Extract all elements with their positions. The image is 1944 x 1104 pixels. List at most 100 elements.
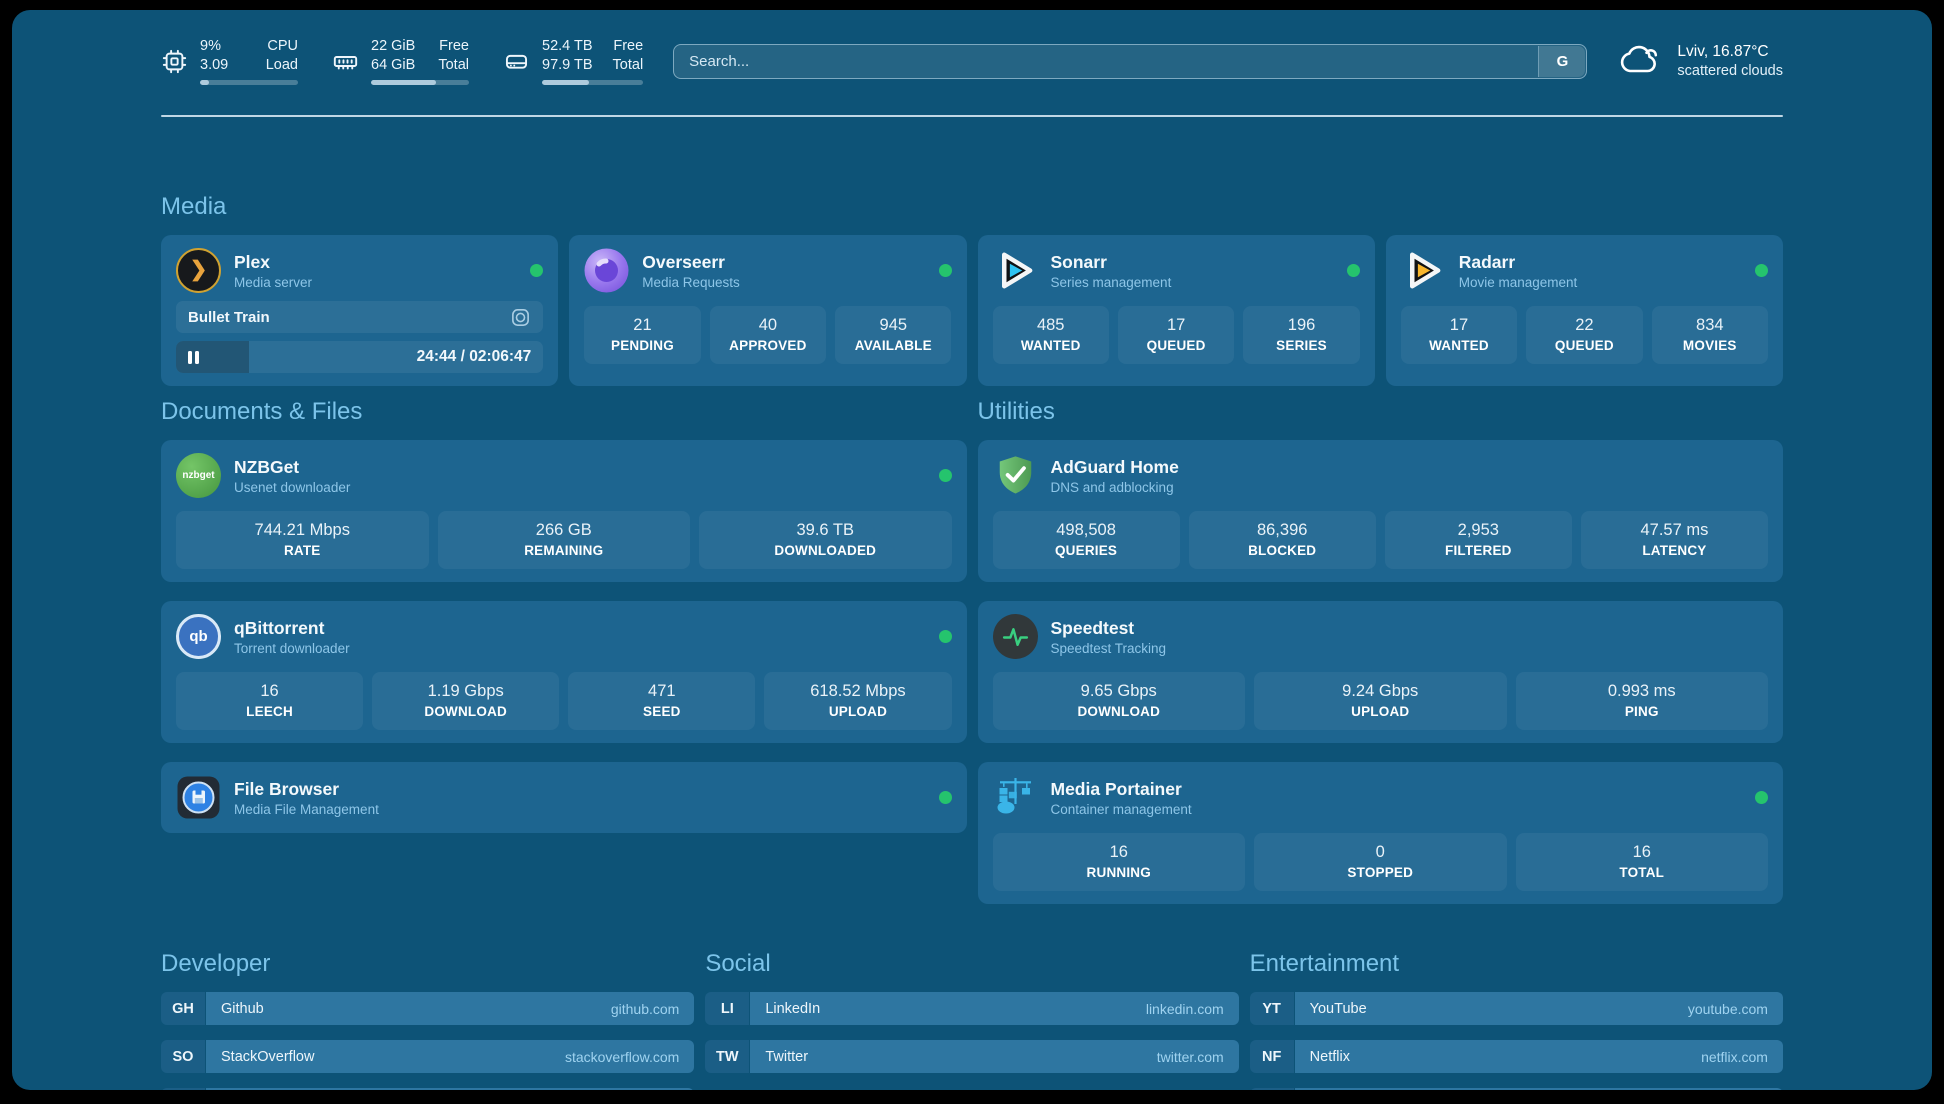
speedtest-card[interactable]: Speedtest Speedtest Tracking 9.65 Gbps D… (978, 601, 1784, 743)
app-subtitle: Speedtest Tracking (1051, 641, 1769, 656)
overseerr-card[interactable]: Overseerr Media Requests 21 PENDING 40 A… (569, 235, 966, 386)
app-subtitle: Media File Management (234, 802, 926, 817)
speedtest-pulse-icon (993, 614, 1038, 659)
stat-label: QUEUED (1122, 338, 1230, 353)
stat-value: 196 (1247, 316, 1355, 335)
bookmark-dev[interactable]: DT DEV dev.to (161, 1088, 694, 1090)
sonarr-icon (993, 248, 1038, 293)
app-subtitle: DNS and adblocking (1051, 480, 1769, 495)
entertainment-section: Entertainment YT YouTube youtube.com NF … (1250, 950, 1783, 1090)
bookmark-abbr: LI (705, 992, 749, 1025)
qbittorrent-card[interactable]: qb qBittorrent Torrent downloader 16 (161, 601, 967, 743)
file-browser-icon (176, 775, 221, 820)
stat-label: DOWNLOAD (997, 704, 1242, 719)
stat-value: 16 (1520, 843, 1765, 862)
disk-progress-bar (542, 80, 643, 85)
disk-values: 52.4 TB 97.9 TB (542, 37, 593, 75)
stat-value: 16 (997, 843, 1242, 862)
status-online-dot (939, 791, 952, 804)
stat-tile: 9.24 Gbps UPLOAD (1254, 672, 1507, 730)
stat-label: MOVIES (1656, 338, 1764, 353)
adguard-home-card[interactable]: AdGuard Home DNS and adblocking 498,508 … (978, 440, 1784, 582)
bookmark-domain: netflix.com (1701, 1049, 1768, 1065)
stat-value: 945 (839, 316, 947, 335)
stat-tile: 1.19 Gbps DOWNLOAD (372, 672, 559, 730)
bookmark-twitter[interactable]: TW Twitter twitter.com (705, 1040, 1238, 1073)
bookmark-name: Twitter (765, 1049, 808, 1065)
disk-stat-widget: 52.4 TB 97.9 TB Free Total (503, 37, 643, 85)
social-section: Social LI LinkedIn linkedin.com TW Twitt… (705, 950, 1238, 1090)
bookmark-github[interactable]: GH Github github.com (161, 992, 694, 1025)
search-bar[interactable]: G (673, 44, 1587, 79)
sonarr-card[interactable]: Sonarr Series management 485 WANTED 17 Q… (978, 235, 1375, 386)
portainer-crane-icon (993, 775, 1038, 820)
stat-value: 834 (1656, 316, 1764, 335)
media-disc-icon[interactable] (510, 307, 531, 328)
stat-tile: 17 QUEUED (1118, 306, 1234, 364)
status-online-dot (939, 264, 952, 277)
stat-value: 17 (1122, 316, 1230, 335)
stat-label: UPLOAD (1258, 704, 1503, 719)
stat-value: 21 (588, 316, 696, 335)
bookmark-youtube[interactable]: YT YouTube youtube.com (1250, 992, 1783, 1025)
stat-tile: 485 WANTED (993, 306, 1109, 364)
social-section-title: Social (705, 950, 1238, 978)
app-name: Speedtest (1051, 618, 1769, 639)
pause-button[interactable] (188, 351, 199, 364)
stat-tile: 471 SEED (568, 672, 755, 730)
app-name: Plex (234, 252, 517, 273)
nzbget-card[interactable]: nzbget NZBGet Usenet downloader 744.21 M… (161, 440, 967, 582)
overseerr-icon (584, 248, 629, 293)
bookmark-name: LinkedIn (765, 1001, 820, 1017)
stat-value: 498,508 (997, 521, 1176, 540)
app-name: Media Portainer (1051, 779, 1743, 800)
stat-tile: 834 MOVIES (1652, 306, 1768, 364)
stat-label: AVAILABLE (839, 338, 947, 353)
radarr-card[interactable]: Radarr Movie management 17 WANTED 22 QUE… (1386, 235, 1783, 386)
stat-label: RUNNING (997, 865, 1242, 880)
stat-tile: 0.993 ms PING (1516, 672, 1769, 730)
cpu-icon (161, 48, 188, 75)
stat-tile: 22 QUEUED (1526, 306, 1642, 364)
bookmark-abbr: TW (705, 1040, 749, 1073)
stat-value: 485 (997, 316, 1105, 335)
stat-label: RATE (180, 543, 425, 558)
stat-label: QUERIES (997, 543, 1176, 558)
stat-tile: 16 RUNNING (993, 833, 1246, 891)
cpu-values: 9% 3.09 (200, 37, 228, 75)
bookmark-netflix[interactable]: NF Netflix netflix.com (1250, 1040, 1783, 1073)
bookmark-abbr: DT (161, 1088, 205, 1090)
status-online-dot (530, 264, 543, 277)
cloud-icon (1617, 44, 1663, 78)
weather-location-temp: Lviv, 16.87°C (1677, 43, 1783, 61)
stat-label: QUEUED (1530, 338, 1638, 353)
bookmark-linkedin[interactable]: LI LinkedIn linkedin.com (705, 992, 1238, 1025)
utilities-section-title: Utilities (978, 398, 1784, 426)
stat-label: LEECH (180, 704, 359, 719)
stat-value: 618.52 Mbps (768, 682, 947, 701)
search-input[interactable] (674, 53, 1537, 70)
app-subtitle: Media server (234, 275, 517, 290)
memory-stat-widget: 22 GiB 64 GiB Free Total (332, 37, 469, 85)
media-section-title: Media (161, 193, 1783, 221)
search-engine-button[interactable]: G (1538, 46, 1585, 77)
stat-value: 744.21 Mbps (180, 521, 425, 540)
stat-value: 40 (714, 316, 822, 335)
stat-tile: 744.21 Mbps RATE (176, 511, 429, 569)
bookmark-domain: stackoverflow.com (565, 1049, 679, 1065)
plex-card[interactable]: ❯ Plex Media server Bullet Train (161, 235, 558, 386)
stat-label: DOWNLOADED (703, 543, 948, 558)
bookmark-name: YouTube (1310, 1001, 1367, 1017)
bookmark-reddit[interactable]: RE Reddit reddit.com (1250, 1088, 1783, 1090)
stat-value: 0 (1258, 843, 1503, 862)
stat-value: 22 (1530, 316, 1638, 335)
app-name: AdGuard Home (1051, 457, 1769, 478)
status-online-dot (1755, 264, 1768, 277)
app-subtitle: Media Requests (642, 275, 925, 290)
bookmark-stackoverflow[interactable]: SO StackOverflow stackoverflow.com (161, 1040, 694, 1073)
stat-label: PING (1520, 704, 1765, 719)
portainer-card[interactable]: Media Portainer Container management 16 … (978, 762, 1784, 904)
file-browser-card[interactable]: File Browser Media File Management (161, 762, 967, 833)
stat-label: FILTERED (1389, 543, 1568, 558)
stat-value: 0.993 ms (1520, 682, 1765, 701)
